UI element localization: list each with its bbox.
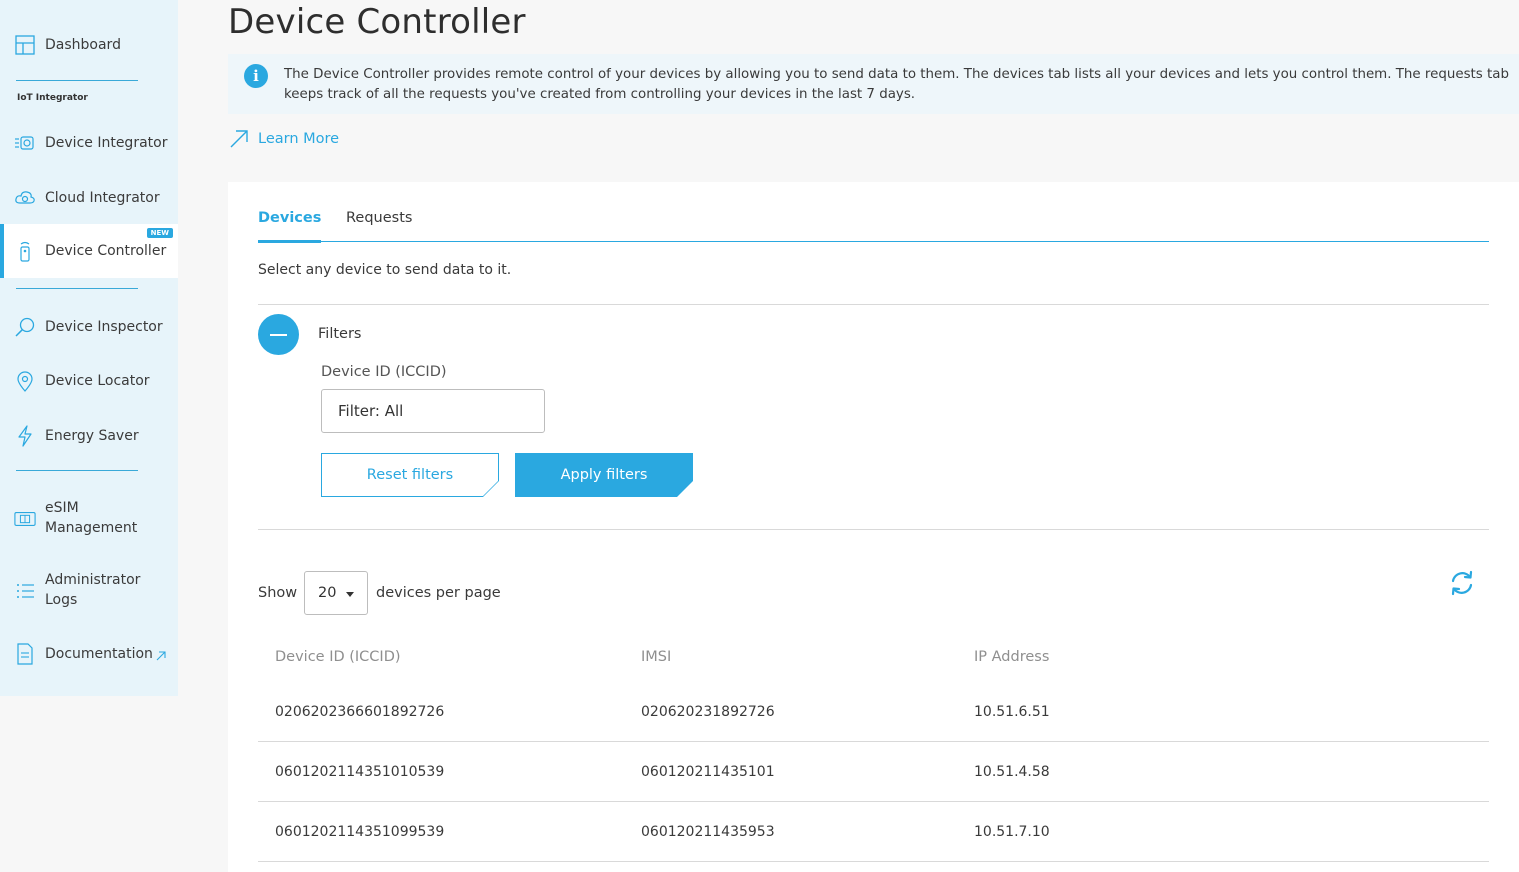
sidebar-item-label: Device Controller (45, 243, 167, 259)
sidebar-item-documentation[interactable]: Documentation (0, 639, 178, 669)
table-cell-device-id[interactable]: 0601202114351099539 (275, 824, 444, 840)
reset-filters-button[interactable]: Reset filters (321, 453, 499, 497)
sim-card-icon (14, 508, 36, 530)
filters-label: Filters (318, 326, 362, 342)
learn-more-label: Learn More (258, 131, 340, 147)
sidebar-item-label: Device Integrator (45, 135, 168, 151)
sidebar-item-device-controller[interactable]: Device Controller NEW (0, 224, 178, 278)
divider (258, 529, 1489, 530)
column-header-ip-address: IP Address (974, 649, 1050, 665)
per-page-label: devices per page (376, 585, 501, 601)
divider (258, 304, 1489, 305)
sidebar-item-energy-saver[interactable]: Energy Saver (0, 421, 178, 451)
sidebar-item-label: Administrator (45, 572, 141, 588)
tabs-underline (258, 241, 1489, 242)
help-text: Select any device to send data to it. (258, 262, 512, 278)
sidebar-item-label: Management (45, 520, 138, 536)
row-divider (258, 861, 1489, 862)
sidebar-item-dashboard[interactable]: Dashboard (0, 30, 178, 60)
table-cell-device-id[interactable]: 0601202114351010539 (275, 764, 444, 780)
sidebar-item-label: Device Locator (45, 373, 150, 389)
apply-filters-button[interactable]: Apply filters (515, 453, 693, 497)
sidebar-item-label: Cloud Integrator (45, 190, 160, 206)
sidebar-item-device-integrator[interactable]: Device Integrator (0, 128, 178, 158)
table-cell-imsi: 020620231892726 (641, 704, 775, 720)
caret-down-icon (346, 592, 354, 597)
sidebar-item-esim-management[interactable]: eSIM Management (0, 498, 178, 540)
reset-filters-label: Reset filters (322, 454, 498, 496)
sidebar-item-label: Documentation (45, 646, 153, 662)
lightning-icon (14, 425, 36, 447)
device-integrator-icon (14, 132, 36, 154)
sidebar-item-label: Logs (45, 592, 78, 608)
table-cell-ip-address: 10.51.6.51 (974, 704, 1050, 720)
sidebar-item-label: Dashboard (45, 37, 121, 53)
refresh-icon[interactable] (1448, 569, 1476, 597)
minus-icon (270, 333, 287, 336)
sidebar-item-device-inspector[interactable]: Device Inspector (0, 312, 178, 342)
page-title: Device Controller (228, 2, 526, 42)
per-page-select[interactable]: 20 (304, 571, 368, 615)
sidebar-section-label: IoT Integrator (17, 93, 88, 103)
sidebar-item-cloud-integrator[interactable]: Cloud Integrator (0, 183, 178, 213)
sidebar-item-label: Device Inspector (45, 319, 163, 335)
arrow-up-right-icon (228, 128, 250, 150)
device-id-label: Device ID (ICCID) (321, 364, 447, 380)
show-label: Show (258, 585, 298, 601)
sidebar-item-label: eSIM (45, 500, 79, 516)
column-header-device-id: Device ID (ICCID) (275, 649, 401, 665)
external-link-icon (155, 647, 167, 666)
document-icon (14, 643, 36, 665)
per-page-value: 20 (318, 585, 337, 601)
sidebar-item-device-locator[interactable]: Device Locator (0, 366, 178, 396)
row-divider (258, 741, 1489, 742)
collapse-filters-button[interactable] (258, 314, 299, 355)
tab-requests[interactable]: Requests (346, 210, 412, 226)
cloud-icon (14, 187, 36, 209)
info-text: The Device Controller provides remote co… (284, 67, 1509, 102)
new-badge: NEW (146, 228, 173, 238)
tab-devices[interactable]: Devices (258, 210, 322, 243)
sidebar-divider (16, 80, 138, 81)
dashboard-icon (14, 34, 36, 56)
table-cell-ip-address: 10.51.7.10 (974, 824, 1050, 840)
table-cell-imsi: 060120211435953 (641, 824, 775, 840)
table-cell-imsi: 060120211435101 (641, 764, 775, 780)
sidebar-divider (16, 470, 138, 471)
sidebar-divider (16, 288, 138, 289)
remote-control-icon (14, 240, 36, 262)
info-icon: i (244, 64, 268, 88)
column-header-imsi: IMSI (641, 649, 672, 665)
table-cell-ip-address: 10.51.4.58 (974, 764, 1050, 780)
sidebar: Dashboard IoT Integrator Device Integrat… (0, 0, 178, 696)
sidebar-item-administrator-logs[interactable]: Administrator Logs (0, 570, 178, 612)
search-icon (14, 316, 36, 338)
list-icon (14, 580, 36, 602)
location-pin-icon (14, 370, 36, 392)
sidebar-item-label: Energy Saver (45, 428, 139, 444)
learn-more-link[interactable]: Learn More (228, 128, 339, 150)
row-divider (258, 801, 1489, 802)
table-cell-device-id[interactable]: 0206202366601892726 (275, 704, 444, 720)
device-id-filter-input[interactable] (321, 389, 545, 433)
